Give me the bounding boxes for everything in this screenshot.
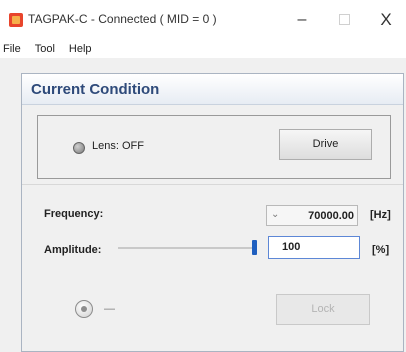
amplitude-value: 100 (282, 241, 301, 253)
amplitude-unit: [%] (372, 244, 390, 256)
panel-title: Current Condition (31, 81, 160, 98)
drive-button[interactable]: Drive (279, 129, 372, 160)
lock-status-icon (75, 300, 93, 318)
lens-status-lamp-icon (73, 142, 85, 154)
lens-status-label: Lens: OFF (92, 140, 144, 152)
menu-help[interactable]: Help (69, 43, 92, 55)
maximize-icon (338, 14, 350, 26)
divider (22, 184, 403, 185)
amplitude-slider-track[interactable] (118, 247, 256, 249)
panel-header: Current Condition (22, 74, 403, 105)
current-condition-panel: Current Condition Lens: OFF Drive Freque… (21, 73, 404, 352)
menu-file[interactable]: File (3, 43, 21, 55)
app-icon (9, 13, 23, 27)
window-title: TAGPAK-C - Connected ( MID = 0 ) (28, 12, 217, 26)
chevron-down-icon[interactable]: ⌄ (271, 209, 279, 220)
lens-group: Lens: OFF Drive (37, 115, 391, 179)
frequency-label: Frequency: (44, 208, 104, 220)
amplitude-slider-thumb[interactable] (252, 240, 257, 255)
minimize-button[interactable]: – (282, 6, 322, 34)
close-button[interactable]: X (366, 6, 406, 34)
frequency-field[interactable]: ⌄ 70000.00 (266, 205, 358, 226)
menu-tool[interactable]: Tool (35, 43, 55, 55)
frequency-value: 70000.00 (308, 210, 354, 222)
lock-button[interactable]: Lock (276, 294, 370, 325)
title-bar: TAGPAK-C - Connected ( MID = 0 ) – X (0, 0, 406, 40)
amplitude-label: Amplitude: (44, 244, 102, 256)
menu-bar: File Tool Help (0, 40, 406, 58)
amplitude-input[interactable]: 100 (268, 236, 360, 259)
lock-status-text: — (104, 303, 115, 315)
maximize-button[interactable] (324, 6, 364, 34)
frequency-unit: [Hz] (370, 209, 391, 221)
